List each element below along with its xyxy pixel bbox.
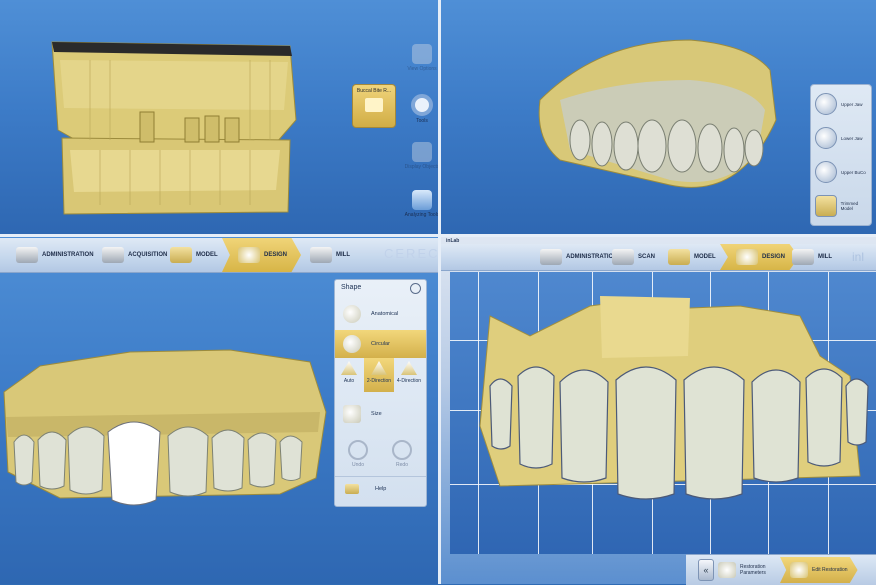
back-button[interactable]: « — [698, 559, 714, 581]
power-icon[interactable] — [410, 283, 421, 294]
viewport-top-left: View Options Buccal Bite R... Tools Disp… — [0, 0, 440, 236]
models-item-2[interactable]: Upper BuCo — [815, 157, 871, 187]
undo-icon — [348, 440, 368, 460]
models-panel: Upper Jaw Lower Jaw Upper BuCo Trimmed M… — [810, 84, 872, 226]
workflow-nav-left: ADMINISTRATION ACQUISITION MODEL DESIGN … — [0, 238, 440, 273]
models-item-1[interactable]: Lower Jaw — [815, 123, 871, 153]
two-direction-icon — [371, 361, 387, 375]
analyzing-tools-icon — [412, 190, 432, 210]
auto-direction-icon — [341, 361, 357, 375]
quadrant-divider-horizontal — [0, 234, 876, 237]
buccal-bite-button[interactable]: Buccal Bite R... — [352, 84, 396, 128]
administration-icon — [540, 249, 562, 265]
brand-label-right: inl — [852, 250, 865, 264]
viewport-top-right: Upper Jaw Lower Jaw Upper BuCo Trimmed M… — [440, 0, 876, 236]
viewport-bottom-right: inLab ADMINISTRATION SCAN MODEL DESIGN M… — [440, 236, 876, 584]
acquisition-icon — [102, 247, 124, 263]
design-icon — [238, 247, 260, 263]
help-button[interactable]: Help — [335, 476, 426, 501]
nav-step-mill[interactable]: MILL — [310, 238, 350, 272]
redo-icon — [392, 440, 412, 460]
scan-icon — [612, 249, 634, 265]
anatomical-icon — [343, 305, 361, 323]
workflow-nav-right: ADMINISTRATION SCAN MODEL DESIGN MILL in… — [440, 244, 876, 271]
mill-icon — [792, 249, 814, 265]
viewport-bottom-left: ADMINISTRATION ACQUISITION MODEL DESIGN … — [0, 236, 440, 584]
nav-step-administration-r[interactable]: ADMINISTRATION — [540, 244, 618, 270]
anterior-design-3d — [479, 296, 869, 500]
quadrant-divider-vertical — [438, 0, 441, 584]
model-icon — [668, 249, 690, 265]
shape-panel: Shape Anatomical Circular Size Undo Redo… — [334, 279, 427, 507]
view-options-tool[interactable]: View Options — [402, 44, 440, 72]
analyzing-tools-tool[interactable]: Analyzing Tools — [402, 190, 440, 218]
shape-size[interactable]: Size — [335, 400, 426, 428]
help-icon — [345, 484, 359, 494]
nav-step-mill-r[interactable]: MILL — [792, 244, 832, 270]
nav-step-administration[interactable]: ADMINISTRATION — [16, 238, 94, 272]
restoration-parameters-icon — [718, 562, 736, 578]
edit-restoration-icon — [790, 562, 808, 578]
circular-icon — [343, 335, 361, 353]
tools-tool[interactable]: Tools — [402, 94, 440, 124]
chevron-left-icon: « — [703, 565, 709, 575]
edit-restoration-button[interactable]: Edit Restoration — [780, 557, 858, 583]
nav-step-design-r[interactable]: DESIGN — [720, 244, 800, 270]
bottom-action-bar: « Restoration Parameters Edit Restoratio… — [686, 554, 876, 585]
shape-circular[interactable]: Circular — [335, 330, 426, 358]
size-icon — [343, 405, 361, 423]
nav-step-scan[interactable]: SCAN — [612, 244, 655, 270]
shape-anatomical[interactable]: Anatomical — [335, 300, 426, 328]
direction-4[interactable]: 4-Direction — [394, 358, 424, 392]
design-icon — [736, 249, 758, 265]
brand-label: CEREC — [384, 246, 440, 261]
view-options-icon — [412, 44, 432, 64]
models-item-0[interactable]: Upper Jaw — [815, 89, 871, 119]
upper-buccal-icon — [815, 161, 837, 183]
display-objects-tool[interactable]: Display Objects — [402, 142, 440, 170]
redo-button[interactable]: Redo — [387, 440, 417, 468]
restoration-parameters-button[interactable]: Restoration Parameters — [718, 557, 776, 583]
mill-icon — [310, 247, 332, 263]
tools-ring-icon — [411, 94, 433, 116]
upper-jaw-icon — [815, 93, 837, 115]
display-objects-icon — [412, 142, 432, 162]
direction-2[interactable]: 2-Direction — [364, 358, 394, 392]
buccal-bite-icon — [365, 98, 383, 112]
undo-button[interactable]: Undo — [343, 440, 373, 468]
nav-step-model[interactable]: MODEL — [170, 238, 218, 272]
four-direction-icon — [401, 361, 417, 375]
nav-step-acquisition[interactable]: ACQUISITION — [102, 238, 167, 272]
nav-step-design[interactable]: DESIGN — [222, 238, 302, 272]
anterior-restoration-3d — [3, 349, 327, 506]
nav-step-model-r[interactable]: MODEL — [668, 244, 716, 270]
model-icon — [170, 247, 192, 263]
trimmed-model-icon — [815, 195, 837, 217]
lower-jaw-icon — [815, 127, 837, 149]
administration-icon — [16, 247, 38, 263]
direction-auto[interactable]: Auto — [334, 358, 364, 392]
models-item-3[interactable]: Trimmed Model — [815, 191, 871, 221]
